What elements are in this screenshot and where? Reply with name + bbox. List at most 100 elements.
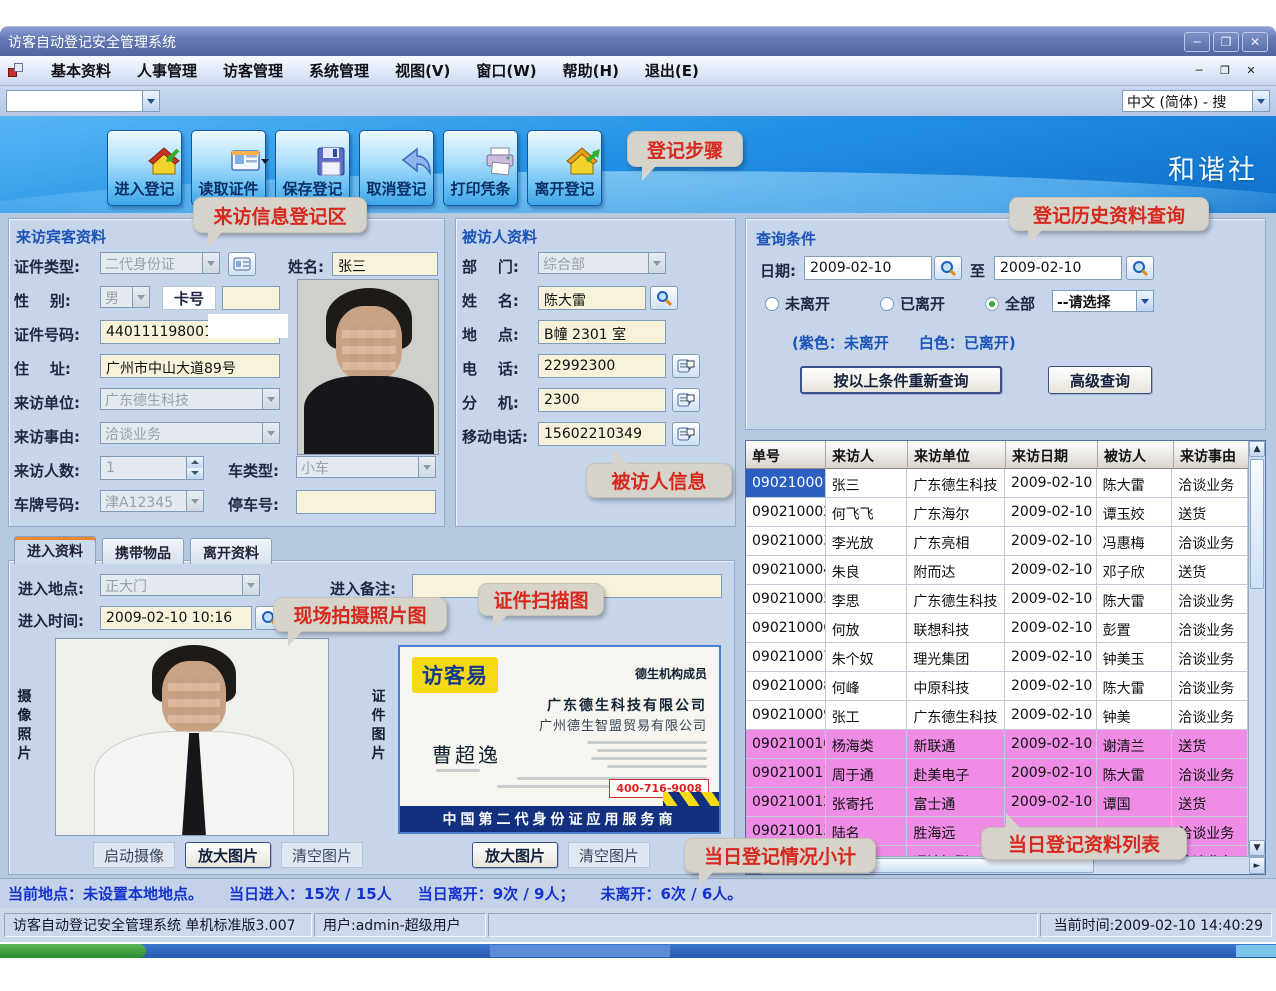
table-cell[interactable]: 2009-02-10 <box>1005 759 1097 788</box>
vehicle-type-select[interactable]: 小车 <box>296 456 436 478</box>
mdi-restore-icon[interactable]: ❐ <box>1214 62 1236 80</box>
table-cell[interactable]: 冯惠梅 <box>1097 527 1173 556</box>
table-row[interactable]: 090210003李光放广东亮相2009-02-10冯惠梅洽谈业务 <box>746 527 1248 556</box>
ext-field[interactable]: 2300 <box>538 388 666 412</box>
spin-up-icon[interactable] <box>187 457 203 468</box>
menu-item-系统管理[interactable]: 系统管理 <box>296 56 382 85</box>
vertical-scrollbar[interactable]: ▲ ▼ <box>1248 441 1265 856</box>
chevron-down-icon[interactable] <box>202 253 219 273</box>
id-type-select[interactable]: 二代身份证 <box>100 252 220 274</box>
table-cell[interactable]: 090210003 <box>746 527 826 556</box>
menu-item-访客管理[interactable]: 访客管理 <box>210 56 296 85</box>
radio-dot-icon[interactable] <box>985 297 999 311</box>
table-cell[interactable]: 2009-02-10 <box>1005 527 1097 556</box>
table-cell[interactable]: 2009-02-10 <box>1005 730 1097 759</box>
zoom-photo-button[interactable]: 放大图片 <box>185 842 271 868</box>
search-icon[interactable] <box>650 286 678 310</box>
table-cell[interactable]: 朱良 <box>826 556 908 585</box>
table-cell[interactable]: 广东海尔 <box>907 498 1005 527</box>
table-cell[interactable]: 张工 <box>826 701 908 730</box>
table-cell[interactable]: 陈大雷 <box>1097 759 1173 788</box>
table-cell[interactable]: 钟美 <box>1097 701 1173 730</box>
table-cell[interactable]: 2009-02-10 <box>1005 672 1097 701</box>
scroll-up-icon[interactable]: ▲ <box>1249 441 1265 457</box>
radio-未离开[interactable]: 未离开 <box>765 293 830 314</box>
visitee-place-field[interactable]: B幢 2301 室 <box>538 320 666 344</box>
mdi-minimize-icon[interactable]: ─ <box>1188 62 1210 80</box>
start-button-fragment[interactable] <box>0 944 146 958</box>
table-cell[interactable]: 2009-02-10 <box>1005 701 1097 730</box>
table-cell[interactable]: 2009-02-10 <box>1005 614 1097 643</box>
chevron-down-icon[interactable] <box>262 389 279 409</box>
entry-time-field[interactable]: 2009-02-10 10:16 <box>100 606 252 630</box>
table-cell[interactable]: 090210007 <box>746 643 826 672</box>
column-header-单号[interactable]: 单号 <box>746 441 826 469</box>
table-cell[interactable]: 090210001 <box>746 469 826 498</box>
table-cell[interactable]: 送货 <box>1172 788 1248 817</box>
gender-select[interactable]: 男 <box>100 286 150 308</box>
column-header-来访人[interactable]: 来访人 <box>826 441 908 469</box>
toolbar-button-离开登记[interactable]: 离开登记 <box>527 130 602 206</box>
visitor-name-field[interactable]: 张三 <box>332 252 438 276</box>
table-row[interactable]: 090210005李思广东德生科技2009-02-10陈大雷洽谈业务 <box>746 585 1248 614</box>
table-cell[interactable]: 谭国 <box>1097 788 1173 817</box>
radio-dot-icon[interactable] <box>765 297 779 311</box>
scroll-down-icon[interactable]: ▼ <box>1249 840 1265 856</box>
date-to-field[interactable]: 2009-02-10 <box>994 256 1122 280</box>
table-cell[interactable]: 陈大雷 <box>1097 469 1173 498</box>
date-picker-icon[interactable] <box>934 256 962 280</box>
mdi-close-icon[interactable]: ✕ <box>1240 62 1262 80</box>
chevron-down-icon[interactable] <box>1136 291 1153 311</box>
table-cell[interactable]: 洽谈业务 <box>1172 701 1248 730</box>
tab-携带物品[interactable]: 携带物品 <box>102 538 184 564</box>
table-cell[interactable]: 陈大雷 <box>1097 585 1173 614</box>
table-cell[interactable]: 谭玉姣 <box>1097 498 1173 527</box>
table-cell[interactable]: 彭置 <box>1097 614 1173 643</box>
table-cell[interactable]: 洽谈业务 <box>1172 643 1248 672</box>
visitee-name-field[interactable]: 陈大雷 <box>538 286 646 310</box>
table-row[interactable]: 090210012张寄托富士通2009-02-10谭国送货 <box>746 788 1248 817</box>
chevron-down-icon[interactable] <box>262 423 279 443</box>
column-header-来访事由[interactable]: 来访事由 <box>1174 441 1250 469</box>
requery-button[interactable]: 按以上条件重新查询 <box>800 366 1002 394</box>
table-cell[interactable]: 钟美玉 <box>1097 643 1173 672</box>
chevron-down-icon[interactable] <box>648 253 665 273</box>
parking-field[interactable] <box>296 490 436 514</box>
call-notify-icon[interactable] <box>672 354 700 378</box>
column-header-来访单位[interactable]: 来访单位 <box>908 441 1006 469</box>
toolbar-button-保存登记[interactable]: 保存登记 <box>275 130 350 206</box>
call-notify-icon[interactable] <box>672 388 700 412</box>
chevron-down-icon[interactable] <box>132 287 149 307</box>
table-cell[interactable]: 洽谈业务 <box>1172 614 1248 643</box>
column-header-来访日期[interactable]: 来访日期 <box>1006 441 1098 469</box>
table-cell[interactable]: 附而达 <box>907 556 1005 585</box>
table-row[interactable]: 090210008何峰中原科技2009-02-10陈大雷洽谈业务 <box>746 672 1248 701</box>
tab-进入资料[interactable]: 进入资料 <box>14 536 96 564</box>
visitor-count-stepper[interactable]: 1 <box>100 456 204 480</box>
table-cell[interactable]: 中原科技 <box>907 672 1005 701</box>
toolbar-button-打印凭条[interactable]: 打印凭条 <box>443 130 518 206</box>
table-row[interactable]: 090210004朱良附而达2009-02-10邓子欣送货 <box>746 556 1248 585</box>
table-cell[interactable]: 广东德生科技 <box>907 469 1005 498</box>
table-cell[interactable]: 洽谈业务 <box>1172 469 1248 498</box>
clear-card-button[interactable]: 清空图片 <box>568 842 650 868</box>
zoom-card-button[interactable]: 放大图片 <box>472 842 558 868</box>
chevron-down-icon[interactable] <box>418 457 435 477</box>
table-cell[interactable]: 送货 <box>1172 498 1248 527</box>
table-row[interactable]: 090210010杨海类新联通2009-02-10谢清兰送货 <box>746 730 1248 759</box>
table-cell[interactable]: 何飞飞 <box>826 498 908 527</box>
table-cell[interactable]: 090210009 <box>746 701 826 730</box>
spin-down-icon[interactable] <box>187 468 203 479</box>
radio-dot-icon[interactable] <box>880 297 894 311</box>
scroll-thumb[interactable] <box>1250 459 1264 589</box>
phone-field[interactable]: 22992300 <box>538 354 666 378</box>
table-cell[interactable]: 090210006 <box>746 614 826 643</box>
table-cell[interactable]: 送货 <box>1172 556 1248 585</box>
table-cell[interactable]: 理光集团 <box>907 643 1005 672</box>
call-notify-icon[interactable] <box>672 422 700 446</box>
toolbar-button-读取证件[interactable]: 读取证件 <box>191 130 266 206</box>
chevron-down-icon[interactable] <box>1252 91 1269 111</box>
language-bar[interactable]: 中文 (简体) - 搜 <box>1122 90 1270 112</box>
chevron-down-icon[interactable] <box>186 491 203 511</box>
advanced-query-button[interactable]: 高级查询 <box>1048 366 1152 394</box>
